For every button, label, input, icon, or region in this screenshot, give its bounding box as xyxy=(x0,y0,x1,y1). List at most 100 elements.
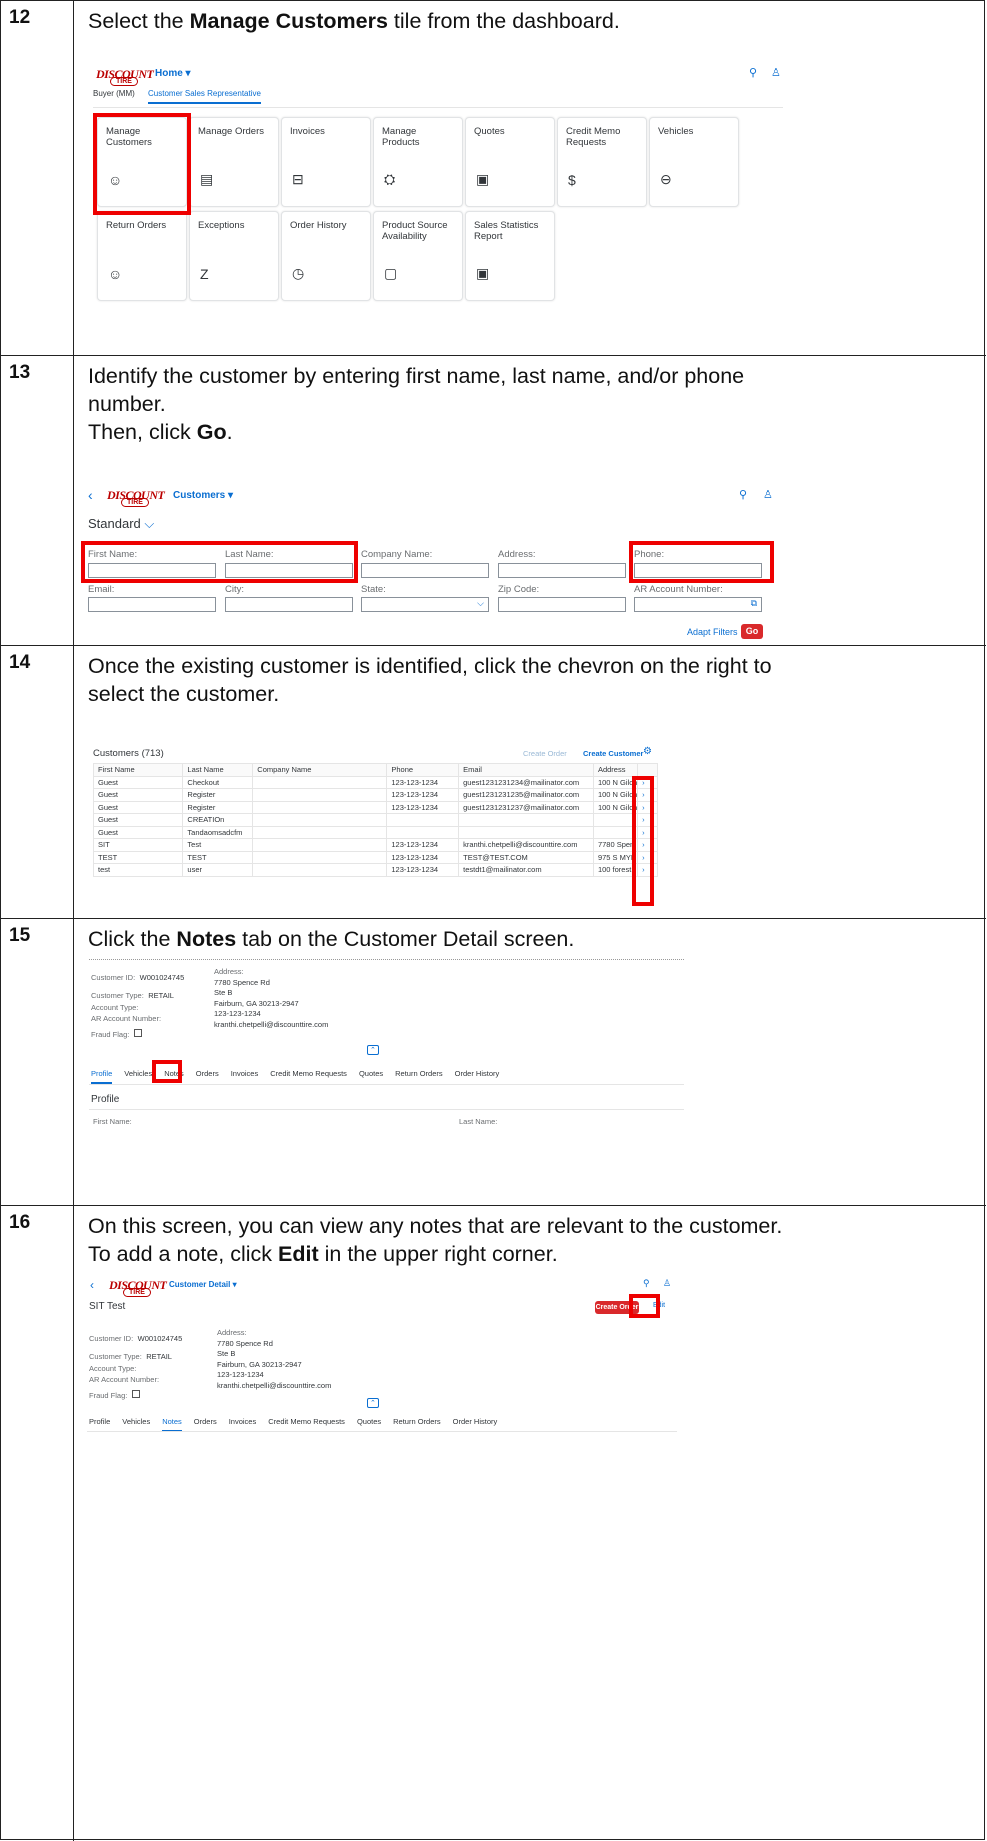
create-order-button[interactable]: Create Order xyxy=(523,749,567,758)
tab-profile[interactable]: Profile xyxy=(91,1069,113,1084)
search-icon[interactable]: ⚲ xyxy=(749,66,757,79)
company-input[interactable] xyxy=(361,563,489,578)
tab-invoices[interactable]: Invoices xyxy=(231,1069,259,1078)
tile-manage-orders[interactable]: Manage Orders ▤ xyxy=(189,117,279,207)
products-icon: ⛭ xyxy=(384,171,396,187)
back-chevron-icon[interactable]: ‹ xyxy=(88,487,93,503)
tab-vehicles[interactable]: Vehicles xyxy=(122,1417,150,1426)
column-header[interactable]: Phone xyxy=(386,763,460,777)
tab-vehicles[interactable]: Vehicles xyxy=(124,1069,152,1078)
variant-selector[interactable]: Standard ⌵ xyxy=(88,516,154,532)
address-input[interactable] xyxy=(498,563,626,578)
tile-quotes[interactable]: Quotes ▣ xyxy=(465,117,555,207)
tab-orders[interactable]: Orders xyxy=(196,1069,219,1078)
tile-exceptions[interactable]: Exceptions Z xyxy=(189,211,279,301)
table-row[interactable]: TEST TEST 123-123-1234 TEST@TEST.COM 975 S M… xyxy=(92,850,658,864)
collapse-header-icon[interactable]: ⌃ xyxy=(367,1045,379,1055)
step-content: Once the existing customer is identified… xyxy=(75,646,986,918)
customers-table: First Name Last Name Company Name Phone … xyxy=(92,763,658,877)
settings-gear-icon[interactable]: ⚙ xyxy=(643,746,652,757)
step-content: Click the Notes tab on the Customer Deta… xyxy=(75,919,986,1205)
first-name-label: First Name: xyxy=(93,1117,132,1126)
tab-credit-memo[interactable]: Credit Memo Requests xyxy=(270,1069,347,1078)
tab-quotes[interactable]: Quotes xyxy=(357,1417,381,1426)
fraud-flag-checkbox[interactable] xyxy=(131,1389,140,1398)
tab-order-history[interactable]: Order History xyxy=(455,1069,500,1078)
table-row[interactable]: Guest Checkout 123-123-1234 guest1231231234… xyxy=(92,775,658,789)
cell: 100 N Gilch xyxy=(592,775,639,789)
state-select[interactable]: ⌵ xyxy=(361,597,489,612)
ar-account-input[interactable]: ⧉ xyxy=(634,597,762,612)
table-row[interactable]: Guest Register 123-123-1234 guest1231231237… xyxy=(92,800,658,814)
user-icon[interactable]: ♙ xyxy=(771,66,781,79)
tab-buyer[interactable]: Buyer (MM) xyxy=(93,89,135,98)
customers-menu[interactable]: Customers ▾ xyxy=(173,490,233,501)
cell: Register xyxy=(182,800,254,814)
tab-customer-sales-rep[interactable]: Customer Sales Representative xyxy=(148,89,261,104)
tile-sales-statistics-report[interactable]: Sales Statistics Report ▣ xyxy=(465,211,555,301)
tile-invoices[interactable]: Invoices ⊟ xyxy=(281,117,371,207)
adapt-filters-link[interactable]: Adapt Filters xyxy=(687,627,738,637)
cell xyxy=(252,838,388,852)
cell: Guest xyxy=(92,813,184,827)
cell: testdt1@mailinator.com xyxy=(458,863,594,877)
table-row[interactable]: Guest CREATIOn › xyxy=(92,813,658,827)
search-icon[interactable]: ⚲ xyxy=(643,1278,650,1289)
user-icon[interactable]: ♙ xyxy=(763,488,773,501)
field-address-label: Address: xyxy=(498,549,536,560)
column-header[interactable]: Email xyxy=(458,763,594,777)
table-row[interactable]: SIT Test 123-123-1234 kranthi.chetpelli@dis… xyxy=(92,838,658,852)
tile-manage-products[interactable]: Manage Products ⛭ xyxy=(373,117,463,207)
cell xyxy=(252,863,388,877)
collapse-header-icon[interactable]: ⌃ xyxy=(367,1398,379,1408)
tab-return-orders[interactable]: Return Orders xyxy=(395,1069,443,1078)
go-button[interactable]: Go xyxy=(741,624,763,639)
column-header[interactable]: Company Name xyxy=(252,763,388,777)
user-icon[interactable]: ♙ xyxy=(663,1278,671,1289)
step-row-15: 15 Click the Notes tab on the Customer D… xyxy=(1,919,986,1206)
tab-invoices[interactable]: Invoices xyxy=(229,1417,257,1426)
tile-vehicles[interactable]: Vehicles ⊖ xyxy=(649,117,739,207)
zip-input[interactable] xyxy=(498,597,626,612)
tile-order-history[interactable]: Order History ◷ xyxy=(281,211,371,301)
tab-orders[interactable]: Orders xyxy=(194,1417,217,1426)
tab-credit-memo[interactable]: Credit Memo Requests xyxy=(268,1417,345,1426)
cell xyxy=(592,825,639,839)
cell: 123-123-1234 xyxy=(386,775,460,789)
home-menu[interactable]: Home ▾ xyxy=(155,68,191,79)
search-icon[interactable]: ⚲ xyxy=(739,488,747,501)
create-customer-button[interactable]: Create Customer xyxy=(583,749,643,758)
tab-order-history[interactable]: Order History xyxy=(453,1417,498,1426)
tile-product-source-availability[interactable]: Product Source Availability ▢ xyxy=(373,211,463,301)
column-header[interactable]: First Name xyxy=(92,763,184,777)
invoice-icon: ⊟ xyxy=(292,171,304,187)
cell xyxy=(592,813,639,827)
city-input[interactable] xyxy=(225,597,353,612)
step-instruction: On this screen, you can view any notes t… xyxy=(88,1214,783,1266)
tab-return-orders[interactable]: Return Orders xyxy=(393,1417,441,1426)
car-icon: ⊖ xyxy=(660,171,672,187)
table-row[interactable]: test user 123-123-1234 testdt1@mailinator.c… xyxy=(92,863,658,877)
tab-notes[interactable]: Notes xyxy=(162,1417,182,1432)
chevron-down-icon: ⌵ xyxy=(477,598,484,608)
customer-name-title: SIT Test xyxy=(89,1301,126,1312)
email-input[interactable] xyxy=(88,597,216,612)
customer-detail-menu[interactable]: Customer Detail ▾ xyxy=(169,1280,237,1289)
table-row[interactable]: Guest Register 123-123-1234 guest1231231235… xyxy=(92,788,658,802)
tab-profile[interactable]: Profile xyxy=(89,1417,110,1426)
tile-return-orders[interactable]: Return Orders ☺ xyxy=(97,211,187,301)
column-header[interactable]: Last Name xyxy=(182,763,254,777)
value-help-icon[interactable]: ⧉ xyxy=(751,598,757,609)
tab-quotes[interactable]: Quotes xyxy=(359,1069,383,1078)
column-header-nav xyxy=(637,763,658,777)
tile-credit-memo-requests[interactable]: Credit Memo Requests $ xyxy=(557,117,647,207)
back-chevron-icon[interactable]: ‹ xyxy=(90,1278,94,1292)
table-row[interactable]: Guest Tandaomsadcfm › xyxy=(92,825,658,839)
cell: TEST xyxy=(92,850,184,864)
column-header[interactable]: Address xyxy=(592,763,639,777)
customer-address: Address: 7780 Spence Rd Ste B Fairburn, … xyxy=(217,1328,332,1390)
report-icon: ▣ xyxy=(476,265,490,281)
fraud-flag-checkbox[interactable] xyxy=(133,1028,142,1037)
cell: Guest xyxy=(92,825,184,839)
step-instruction: Click the Notes tab on the Customer Deta… xyxy=(88,927,575,951)
